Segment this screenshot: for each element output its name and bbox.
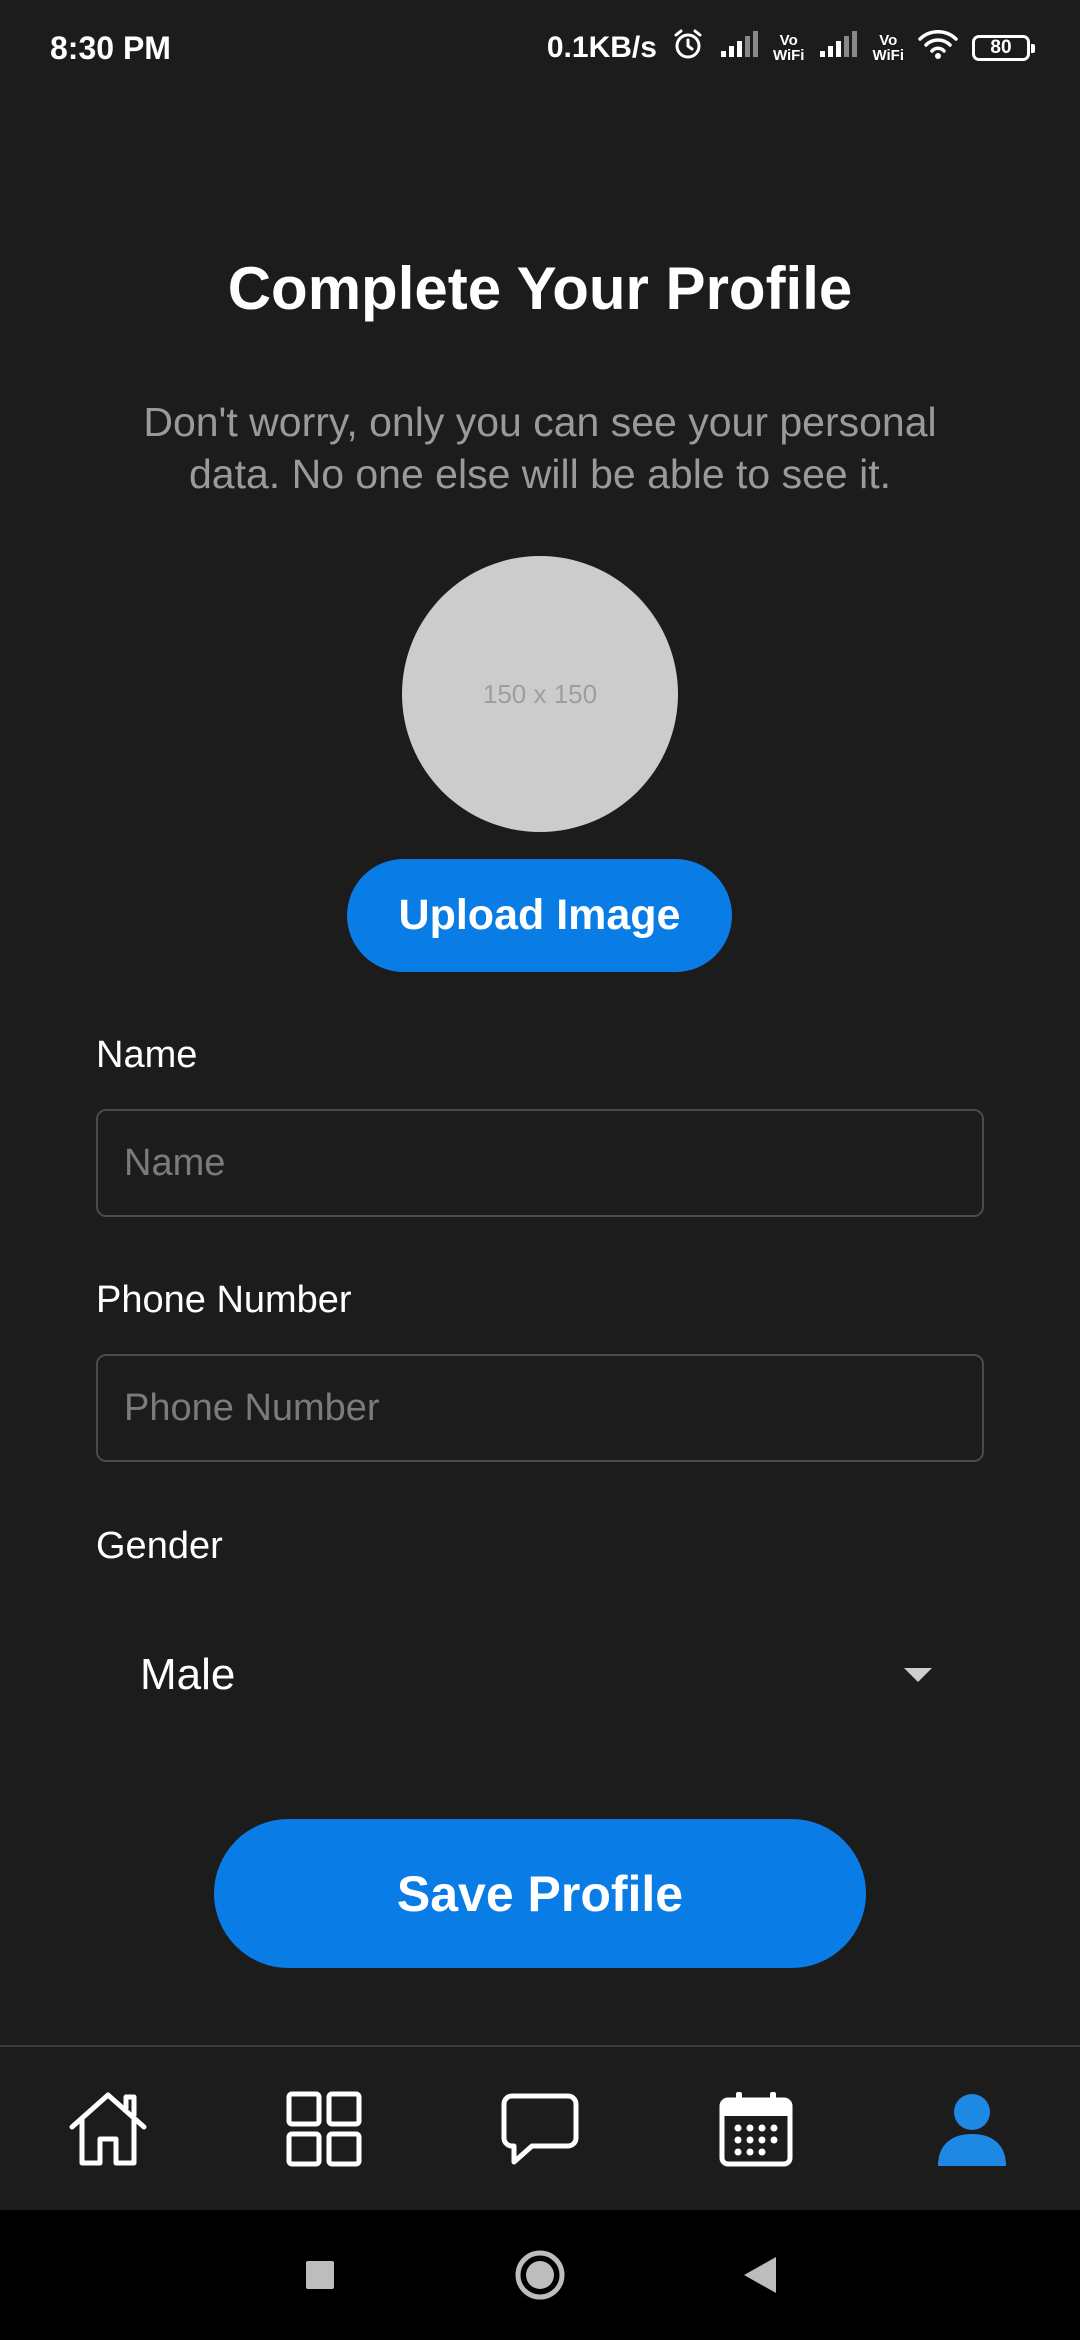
status-icons: 0.1KB/s Vo WiFi Vo WiFi 80 xyxy=(546,27,1035,69)
nav-calendar[interactable] xyxy=(696,2069,816,2189)
phone-input[interactable] xyxy=(96,1354,984,1462)
profile-screen: 8:30 PM 0.1KB/s Vo WiFi Vo WiFi 80 Compl… xyxy=(0,0,1080,2340)
page-subtitle: Don't worry, only you can see your perso… xyxy=(143,399,937,497)
dropdown-caret-icon xyxy=(904,1668,932,1682)
alarm-icon xyxy=(671,27,705,69)
gender-label: Gender xyxy=(96,1525,223,1567)
nav-profile[interactable] xyxy=(912,2069,1032,2189)
name-input[interactable] xyxy=(96,1109,984,1217)
status-bar: 8:30 PM 0.1KB/s Vo WiFi Vo WiFi 80 xyxy=(0,0,1080,96)
nav-grid[interactable] xyxy=(264,2069,384,2189)
nav-home[interactable] xyxy=(48,2069,168,2189)
upload-image-button[interactable]: Upload Image xyxy=(347,859,732,972)
page-title: Complete Your Profile xyxy=(227,255,853,322)
vowifi-icon: Vo WiFi xyxy=(772,32,805,64)
home-circle-icon xyxy=(515,2250,565,2300)
recents-icon xyxy=(306,2261,334,2289)
chat-icon xyxy=(501,2093,579,2164)
battery-icon: 80 xyxy=(972,35,1035,61)
status-time: 8:30 PM xyxy=(50,29,171,66)
phone-label: Phone Number xyxy=(96,1279,352,1321)
network-speed: 0.1KB/s xyxy=(546,31,657,64)
vowifi-icon: Vo WiFi xyxy=(872,32,904,64)
profile-icon xyxy=(938,2093,1006,2166)
avatar-placeholder-text: 150 x 150 xyxy=(482,678,598,709)
back-button[interactable] xyxy=(730,2245,790,2305)
grid-icon xyxy=(286,2091,362,2166)
system-home-button[interactable] xyxy=(510,2245,570,2305)
back-icon xyxy=(744,2257,776,2293)
nav-chat[interactable] xyxy=(480,2069,600,2189)
calendar-icon xyxy=(719,2091,793,2166)
gender-selected-value: Male xyxy=(140,1650,236,1699)
name-label: Name xyxy=(96,1034,198,1076)
gender-select[interactable]: Male xyxy=(140,1640,940,1710)
home-icon xyxy=(69,2092,147,2165)
signal-icon xyxy=(818,29,858,67)
bottom-nav xyxy=(0,2045,1080,2210)
system-nav-bar xyxy=(0,2210,1080,2340)
wifi-icon xyxy=(918,28,958,68)
save-profile-button[interactable]: Save Profile xyxy=(214,1819,866,1968)
avatar-placeholder: 150 x 150 xyxy=(402,556,678,832)
signal-icon xyxy=(719,29,759,67)
recents-button[interactable] xyxy=(290,2245,350,2305)
